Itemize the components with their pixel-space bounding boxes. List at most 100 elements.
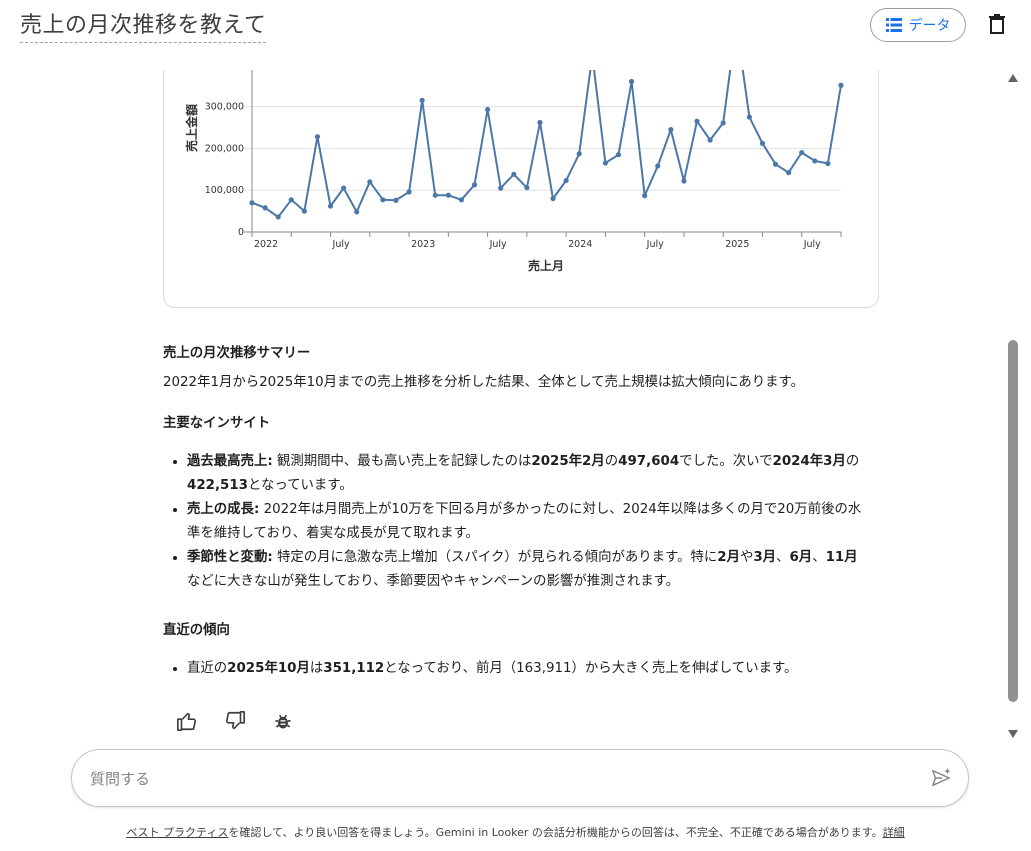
summary-heading: 売上の月次推移サマリー bbox=[163, 346, 311, 361]
text: となっています。 bbox=[248, 478, 353, 493]
data-point bbox=[550, 195, 556, 202]
data-point bbox=[471, 182, 478, 188]
summary-title: 売上の月次推移サマリー bbox=[163, 342, 883, 365]
data-point bbox=[367, 179, 373, 185]
data-point bbox=[642, 193, 648, 199]
data-point bbox=[458, 197, 465, 203]
data-point bbox=[812, 158, 818, 164]
insights-heading: 主要なインサイト bbox=[163, 416, 271, 431]
text: となっており、前月（163,911）から大きく売上を伸ばしています。 bbox=[384, 661, 798, 676]
text: 2022年は月間売上が10万を下回る月が多かったのに対し、2024年以降は多くの… bbox=[187, 502, 862, 541]
data-point bbox=[524, 185, 530, 191]
x-tick-label: July bbox=[332, 239, 350, 250]
footer-disclaimer: ベスト プラクティスを確認して、より良い回答を得ましょう。Gemini in L… bbox=[0, 824, 1031, 840]
bullet-label: 過去最高売上: bbox=[187, 454, 273, 469]
scroll-thumb[interactable] bbox=[1008, 340, 1018, 702]
chart-viewport: 0 100,000 200,000 300,000 2022 July 2023 July 20… bbox=[0, 70, 1000, 310]
text: 、 bbox=[812, 550, 826, 565]
thumbs-down-icon bbox=[224, 710, 246, 736]
data-point bbox=[354, 209, 360, 215]
line-chart: 0 100,000 200,000 300,000 2022 July 2023 July 20… bbox=[184, 70, 844, 273]
data-point bbox=[576, 151, 582, 157]
header: 売上の月次推移を教えて データ bbox=[0, 0, 1031, 58]
data-point bbox=[341, 185, 347, 191]
x-tick-label: July bbox=[803, 239, 821, 250]
x-tick-label: 2024 bbox=[568, 239, 592, 250]
data-point bbox=[563, 177, 569, 184]
data-point bbox=[288, 197, 294, 203]
question-input[interactable] bbox=[88, 764, 912, 794]
thumbs-up-icon bbox=[176, 710, 198, 736]
data-point bbox=[432, 192, 438, 198]
data-button[interactable]: データ bbox=[870, 8, 966, 42]
data-point bbox=[393, 197, 399, 203]
recent-list: 直近の2025年10月は351,112となっており、前月（163,911）から大… bbox=[163, 657, 883, 681]
data-point bbox=[655, 163, 661, 169]
insights-list: 過去最高売上: 観測期間中、最も高い売上を記録したのは2025年2月の497,6… bbox=[163, 450, 868, 594]
list-item: 季節性と変動: 特定の月に急激な売上増加（スパイク）が見られる傾向があります。特… bbox=[187, 546, 868, 594]
scroll-down-arrow-icon[interactable] bbox=[1008, 730, 1018, 738]
data-point bbox=[707, 137, 713, 143]
data-point bbox=[786, 170, 792, 176]
data-point bbox=[314, 134, 321, 140]
y-tick-label: 0 bbox=[238, 227, 244, 238]
thumbs-down-button[interactable] bbox=[222, 710, 248, 736]
summary-intro-text: 2022年1月から2025年10月までの売上推移を分析した結果、全体として売上規… bbox=[163, 375, 804, 390]
y-tick-label: 200,000 bbox=[205, 143, 244, 154]
text: でした。次いで bbox=[679, 454, 773, 469]
data-point bbox=[419, 97, 425, 103]
send-button[interactable] bbox=[930, 767, 954, 791]
x-tick-label: July bbox=[646, 239, 664, 250]
data-point bbox=[498, 185, 504, 191]
data-point bbox=[615, 152, 622, 158]
text: 直近の bbox=[187, 661, 228, 676]
data-point bbox=[406, 189, 412, 195]
series-line bbox=[251, 70, 842, 218]
data-point bbox=[720, 120, 726, 126]
recent-heading-block: 直近の傾向 bbox=[163, 619, 883, 642]
send-spark-icon bbox=[930, 767, 952, 793]
text: 特定の月に急激な売上増加（スパイク）が見られる傾向があります。特に bbox=[272, 550, 718, 565]
data-point bbox=[262, 205, 268, 211]
x-tick-label: 2025 bbox=[725, 239, 749, 250]
bold-text: 11月 bbox=[825, 550, 858, 565]
bold-text: 2024年3月 bbox=[772, 454, 846, 469]
bug-icon bbox=[273, 711, 293, 735]
report-bug-button[interactable] bbox=[270, 710, 296, 736]
bold-text: 2025年2月 bbox=[531, 454, 605, 469]
bold-text: 2025年10月 bbox=[227, 661, 310, 676]
data-point bbox=[485, 106, 491, 113]
text: は bbox=[309, 661, 324, 676]
data-point bbox=[838, 82, 844, 88]
bold-text: 6月 bbox=[789, 550, 813, 565]
data-point bbox=[681, 178, 687, 184]
data-point bbox=[445, 192, 451, 198]
x-tick-label: July bbox=[489, 239, 507, 250]
question-box bbox=[71, 749, 969, 807]
bullet-label: 季節性と変動: bbox=[187, 550, 273, 565]
list-item: 過去最高売上: 観測期間中、最も高い売上を記録したのは2025年2月の497,6… bbox=[187, 450, 868, 498]
table-list-icon bbox=[885, 18, 902, 32]
bold-text: 2月 bbox=[717, 550, 740, 565]
summary-intro: 2022年1月から2025年10月までの売上推移を分析した結果、全体として売上規… bbox=[163, 371, 883, 394]
list-item: 直近の2025年10月は351,112となっており、前月（163,911）から大… bbox=[187, 657, 883, 681]
data-point bbox=[799, 149, 805, 156]
delete-button[interactable] bbox=[985, 14, 1009, 38]
scrollbar[interactable] bbox=[1006, 70, 1020, 742]
data-point bbox=[327, 203, 334, 209]
data-point bbox=[275, 214, 281, 220]
details-link[interactable]: 詳細 bbox=[883, 826, 905, 839]
thumbs-up-button[interactable] bbox=[174, 710, 200, 736]
data-point bbox=[825, 160, 831, 167]
best-practices-link[interactable]: ベスト プラクティス bbox=[126, 826, 228, 839]
data-point bbox=[537, 119, 543, 126]
text: 、 bbox=[776, 550, 790, 565]
bold-text: 3月 bbox=[753, 550, 777, 565]
text: などに大きな山が発生しており、季節要因やキャンペーンの影響が推測されます。 bbox=[187, 574, 680, 589]
data-point bbox=[759, 140, 766, 146]
scroll-up-arrow-icon[interactable] bbox=[1008, 74, 1018, 82]
bold-text: 422,513 bbox=[187, 478, 248, 493]
page-title[interactable]: 売上の月次推移を教えて bbox=[20, 11, 267, 43]
y-tick-label: 300,000 bbox=[205, 102, 244, 113]
data-point bbox=[511, 171, 517, 177]
